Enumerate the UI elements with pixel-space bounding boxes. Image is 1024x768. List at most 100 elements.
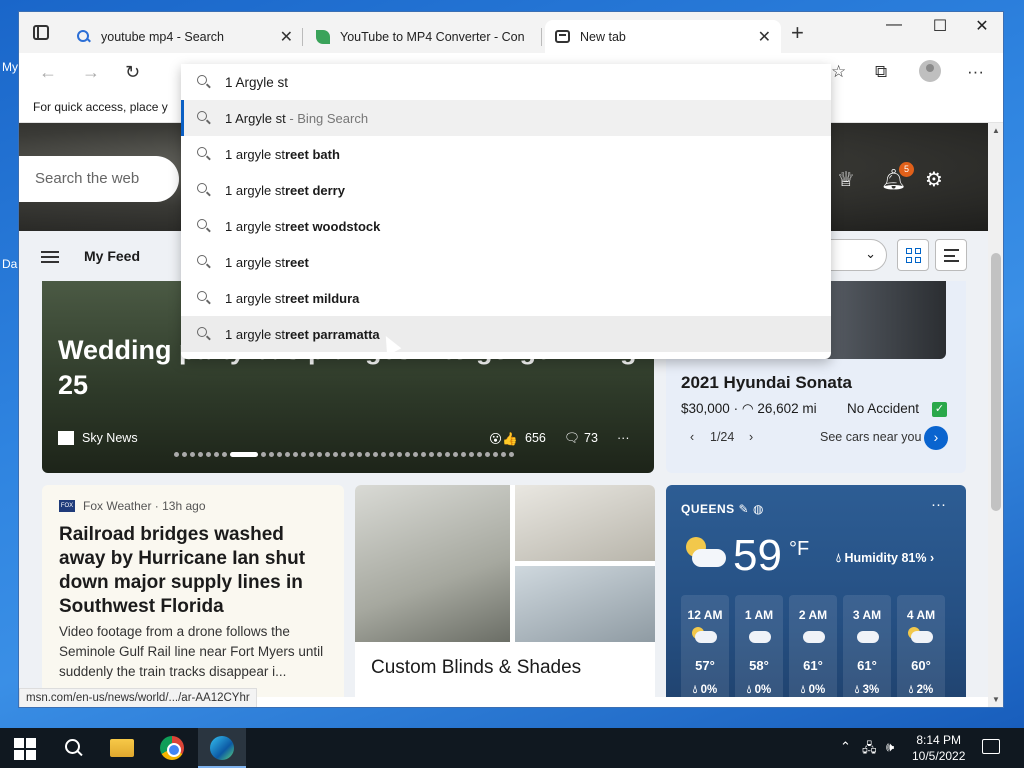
carousel-dots[interactable] [174,451,524,457]
close-window-button[interactable]: ✕ [959,16,1003,36]
start-button[interactable] [14,736,38,760]
hour-forecast[interactable]: 2 AM 61° 💧︎ 0% [789,595,837,697]
arrow-right-icon[interactable]: › [924,426,948,450]
comment-icon[interactable]: 🗨︎ [564,431,580,446]
carousel-dot[interactable] [182,451,187,457]
carousel-dot[interactable] [493,451,498,457]
see-cars-link[interactable]: See cars near you [820,430,921,444]
carousel-dot[interactable] [397,451,402,457]
scrollbar-thumb[interactable] [991,253,1001,511]
tab-mp4-converter[interactable]: YouTube to MP4 Converter - Con [306,20,542,53]
carousel-dot[interactable] [349,451,354,457]
carousel-dot[interactable] [309,451,314,457]
close-tab-icon[interactable]: ✕ [758,27,771,47]
suggestion-item[interactable]: 1 argyle street parramatta [181,316,831,352]
carousel-dot[interactable] [301,451,306,457]
profile-avatar[interactable] [919,60,941,82]
carousel-dot[interactable] [421,451,426,457]
new-tab-button[interactable]: + [791,22,804,44]
hour-forecast[interactable]: 1 AM 58° 💧︎ 0% [735,595,783,697]
notifications-icon[interactable] [982,739,1000,754]
weather-card[interactable]: QUEENS ✎ ◍ ··· 59 °F 💧︎ Humidity 81% › 1… [666,485,966,697]
edge-icon[interactable] [210,736,234,760]
file-explorer-icon[interactable] [110,739,134,757]
reaction-emoji-icon[interactable]: 😮👍 [489,431,518,447]
tab-new-tab[interactable]: New tab ✕ [545,20,781,53]
suggestion-item[interactable]: 1 argyle street [181,244,831,280]
tab-youtube-search[interactable]: youtube mp4 - Search ✕ [67,20,303,53]
story-title[interactable]: Railroad bridges washed away by Hurrican… [59,523,329,619]
carousel-dot[interactable] [341,451,346,457]
carousel-dot[interactable] [501,451,506,457]
carousel-dot[interactable] [437,451,442,457]
address-bar-input[interactable]: 1 Argyle st [225,75,288,90]
collections-icon[interactable]: ⧉ [875,62,887,82]
rewards-icon[interactable]: ♕ [837,167,855,192]
carousel-dot[interactable] [198,451,203,457]
carousel-dot[interactable] [373,451,378,457]
carousel-dot[interactable] [269,451,274,457]
carousel-dot[interactable] [222,451,227,457]
carousel-dot[interactable] [413,451,418,457]
blinds-ad-card[interactable]: Custom Blinds & Shades [355,485,655,697]
my-feed-tab[interactable]: My Feed [84,248,140,264]
more-options-icon[interactable]: ··· [931,496,946,513]
minimize-button[interactable]: — [871,16,917,34]
carousel-dot[interactable] [509,451,514,457]
tab-actions-icon[interactable] [33,25,49,40]
volume-icon[interactable]: 🕪︎ [886,739,894,755]
hour-forecast[interactable]: 12 AM 57° 💧︎ 0% [681,595,729,697]
carousel-dot[interactable] [381,451,386,457]
fox-weather-story-card[interactable]: FOX Fox Weather · 13h ago Railroad bridg… [42,485,344,697]
weather-location[interactable]: QUEENS ✎ ◍ [681,502,764,516]
suggestion-item[interactable]: 1 argyle street mildura [181,280,831,316]
refresh-button[interactable]: ↻ [125,62,140,83]
more-menu-icon[interactable]: ··· [967,62,984,82]
back-button[interactable]: ← [39,62,57,83]
temperature-unit[interactable]: °F [789,538,809,561]
carousel-dot[interactable] [365,451,370,457]
carousel-dot[interactable] [317,451,322,457]
carousel-dot[interactable] [285,451,290,457]
carousel-dot[interactable] [214,451,219,457]
carousel-dot[interactable] [333,451,338,457]
hour-forecast[interactable]: 4 AM 60° 💧︎ 2% [897,595,945,697]
carousel-dot[interactable] [445,451,450,457]
desktop-icon-label[interactable]: My [2,60,18,74]
vertical-scrollbar[interactable]: ▲ ▼ [988,123,1003,707]
more-options-icon[interactable]: ··· [617,431,630,445]
hamburger-icon[interactable] [41,251,59,263]
chrome-icon[interactable] [160,736,184,760]
address-bar[interactable]: 1 Argyle st [181,64,831,100]
globe-icon[interactable]: ◍ [753,502,764,516]
clock[interactable]: 8:14 PM 10/5/2022 [912,732,965,764]
carousel-dot[interactable] [405,451,410,457]
carousel-dot[interactable] [453,451,458,457]
carousel-dot[interactable] [325,451,330,457]
carousel-dot[interactable] [485,451,490,457]
carousel-dot[interactable] [277,451,282,457]
carousel-dot[interactable] [357,451,362,457]
close-tab-icon[interactable]: ✕ [280,27,293,47]
suggestion-item[interactable]: 1 Argyle st - Bing Search [181,100,831,136]
taskbar-search-icon[interactable] [62,736,86,760]
scroll-up-icon[interactable]: ▲ [992,126,1000,135]
humidity-link[interactable]: 💧︎ Humidity 81% › [836,551,934,566]
ad-title[interactable]: Custom Blinds & Shades [371,657,581,679]
next-chevron-icon[interactable]: › [749,430,753,444]
grid-view-button[interactable] [897,239,929,271]
desktop-icon-label[interactable]: Da [2,257,17,271]
carousel-dot[interactable] [293,451,298,457]
carousel-dot[interactable] [174,451,179,457]
forward-button[interactable]: → [82,62,100,83]
web-search-box[interactable]: Search the web [19,156,179,202]
suggestion-item[interactable]: 1 argyle street derry [181,172,831,208]
list-view-button[interactable] [935,239,967,271]
carousel-dot[interactable] [190,451,195,457]
carousel-dot[interactable] [461,451,466,457]
maximize-button[interactable]: ☐ [917,16,963,36]
carousel-dot[interactable] [230,451,258,457]
carousel-dot[interactable] [261,451,266,457]
carousel-dot[interactable] [429,451,434,457]
carousel-dot[interactable] [206,451,211,457]
